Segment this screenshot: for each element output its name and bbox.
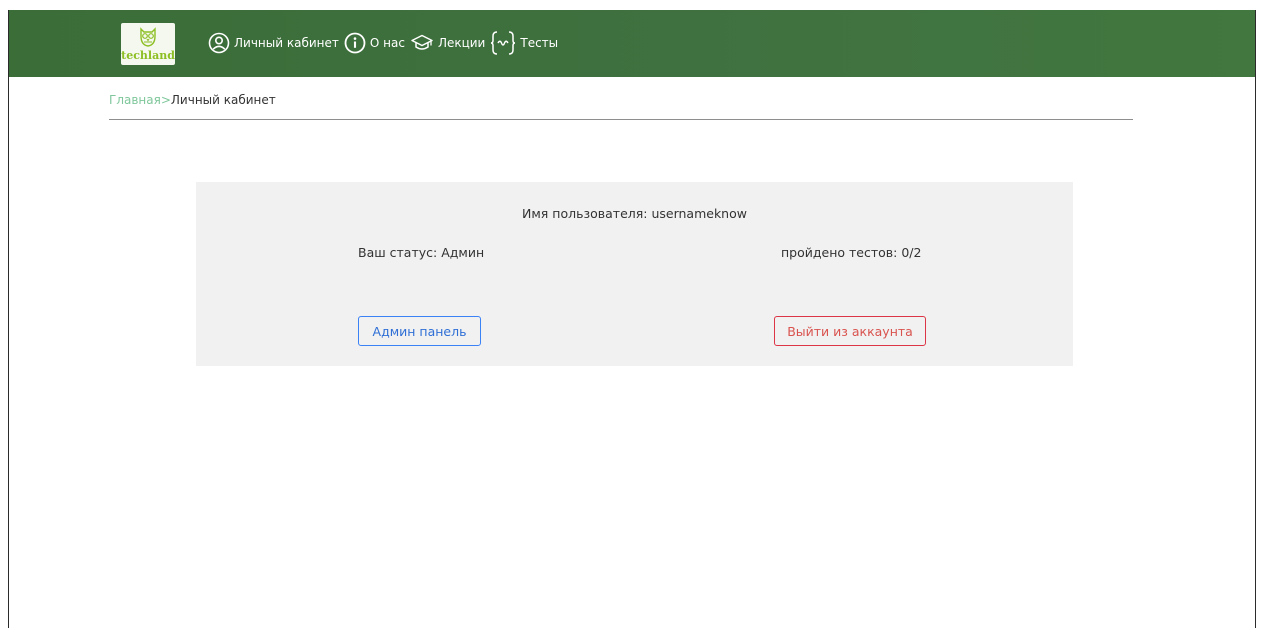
username-text: Имя пользователя: usernameknow [522,206,747,221]
nav-item-label: Лекции [437,36,486,50]
nav-item-label: О нас [369,36,405,50]
breadcrumb: Главная>Личный кабинет [109,93,276,107]
techland-logo[interactable]: techland [121,23,175,65]
logout-button[interactable]: Выйти из аккаунта [774,316,926,346]
curly-braces-icon [491,31,516,55]
header-divider [109,119,1133,120]
graduation-cap-icon [411,34,433,50]
nav-item-account[interactable]: Личный кабинет [208,32,339,54]
admin-panel-button[interactable]: Админ панель [358,316,481,346]
page-frame: techland Личный кабинет О нас Лекции Тес… [8,10,1256,628]
nav-item-lectures[interactable]: Лекции [410,32,485,54]
logo-text: techland [121,49,175,62]
info-circle-icon [344,32,366,54]
breadcrumb-separator: > [160,93,171,107]
top-navbar: techland Личный кабинет О нас Лекции Тес… [9,10,1255,77]
nav-item-about[interactable]: О нас [344,32,405,54]
main-nav: Личный кабинет О нас Лекции Тесты [208,26,558,60]
user-status-text: Ваш статус: Админ [358,245,485,260]
owl-icon [140,27,156,47]
nav-item-label: Личный кабинет [234,36,339,50]
tests-passed-text: пройдено тестов: 0/2 [781,245,922,260]
breadcrumb-home-link[interactable]: Главная [109,93,161,107]
nav-item-label: Тесты [520,36,559,50]
profile-card: Имя пользователя: usernameknow Ваш стату… [196,182,1073,366]
user-circle-icon [208,32,230,54]
breadcrumb-current: Личный кабинет [170,93,276,107]
nav-item-tests[interactable]: Тесты [490,30,558,56]
